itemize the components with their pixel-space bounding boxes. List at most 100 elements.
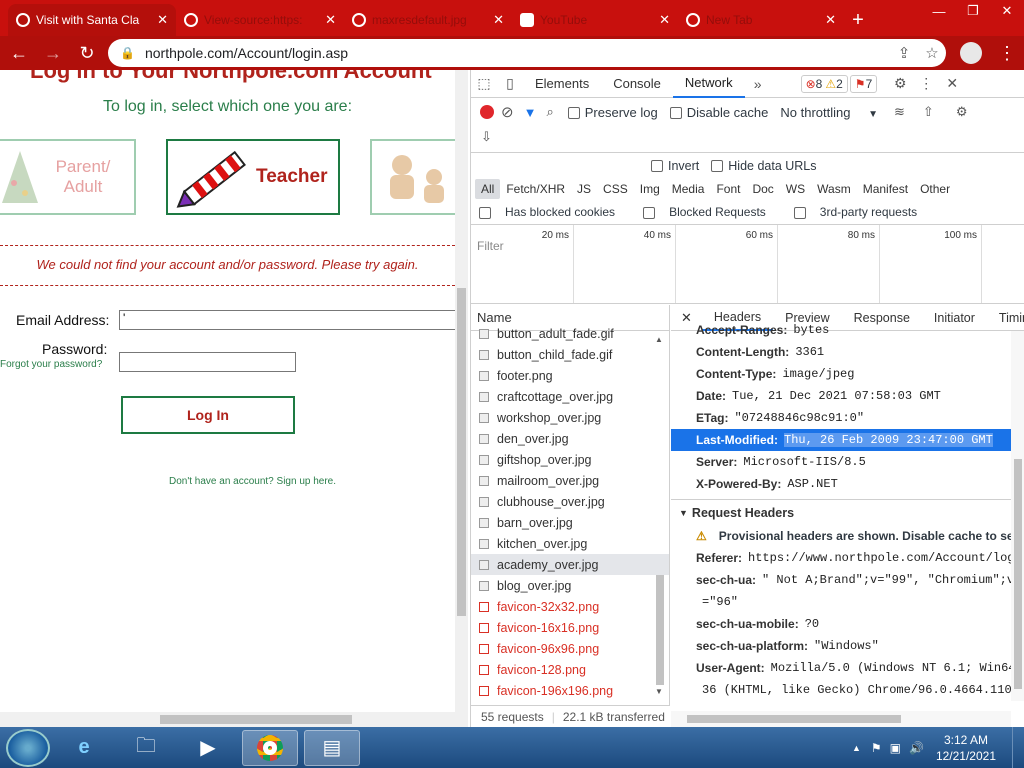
devtools-menu-icon[interactable]: ⋮ — [913, 75, 939, 92]
header-row[interactable]: ETag: "07248846c98c91:0" — [671, 407, 1024, 429]
clear-icon[interactable]: ⊘ — [501, 103, 514, 121]
new-tab-button[interactable]: + — [844, 4, 872, 36]
filter-manifest[interactable]: Manifest — [857, 179, 914, 199]
filter-font[interactable]: Font — [710, 179, 746, 199]
tab-timing[interactable]: Timing — [987, 311, 1024, 325]
action-center-icon[interactable]: ⚑ — [871, 741, 882, 755]
volume-icon[interactable]: 🔊 — [909, 741, 924, 755]
url-bar[interactable]: 🔒 northpole.com/Account/login.asp ⇪ ☆ — [108, 39, 946, 67]
show-hidden-icons[interactable]: ▲ — [852, 743, 861, 753]
checkbox-box[interactable] — [643, 206, 656, 219]
page-vertical-scrollbar[interactable] — [455, 70, 468, 712]
request-row[interactable]: favicon-16x16.png — [471, 617, 669, 638]
header-row[interactable]: X-Powered-By: ASP.NET — [671, 473, 1024, 495]
preserve-log-checkbox[interactable]: Preserve log — [567, 105, 658, 120]
menu-icon[interactable]: ⋮ — [992, 38, 1022, 68]
login-button[interactable]: Log In — [121, 396, 295, 434]
tab-console[interactable]: Console — [601, 70, 673, 98]
filter-funnel-icon[interactable]: ▼ — [524, 105, 537, 120]
request-row[interactable]: workshop_over.jpg — [471, 407, 669, 428]
close-tab-icon[interactable]: ✕ — [325, 12, 336, 28]
header-row[interactable]: Content-Type: image/jpeg — [671, 363, 1024, 385]
filter-js[interactable]: JS — [571, 179, 597, 199]
filter-doc[interactable]: Doc — [746, 179, 779, 199]
record-icon[interactable] — [480, 105, 494, 119]
filter-wasm[interactable]: Wasm — [811, 179, 857, 199]
scroll-thumb[interactable] — [687, 715, 901, 723]
detail-horizontal-scrollbar[interactable] — [671, 711, 1011, 727]
internet-explorer-icon[interactable]: e — [56, 730, 112, 766]
browser-tab-new[interactable]: New Tab ✕ — [678, 4, 844, 36]
share-icon[interactable]: ⇪ — [890, 44, 918, 62]
checkbox-box[interactable] — [793, 206, 806, 219]
browser-tab-youtube[interactable]: YouTube ✕ — [512, 4, 678, 36]
profile-avatar[interactable] — [960, 42, 982, 64]
scroll-thumb[interactable] — [656, 575, 664, 685]
email-field[interactable]: ' — [119, 310, 459, 330]
search-icon[interactable]: ⌕ — [546, 104, 553, 120]
back-icon[interactable]: ← — [4, 38, 34, 68]
filter-other[interactable]: Other — [914, 179, 956, 199]
third-party-checkbox[interactable]: 3rd-party requests — [793, 205, 931, 219]
throttling-select[interactable]: No throttling ▼ — [780, 105, 878, 120]
header-row[interactable]: sec-ch-ua-platform: "Windows" — [671, 635, 1024, 657]
header-row[interactable]: User-Agent: Mozilla/5.0 (Windows NT 6.1; … — [671, 657, 1024, 679]
scroll-thumb[interactable] — [160, 715, 352, 724]
filter-css[interactable]: CSS — [597, 179, 634, 199]
media-player-icon[interactable]: ▶ — [180, 730, 236, 766]
tab-network[interactable]: Network — [672, 70, 745, 98]
hide-data-urls-checkbox[interactable]: Hide data URLs — [711, 159, 817, 173]
forward-icon[interactable]: → — [38, 38, 68, 68]
scroll-thumb[interactable] — [1014, 459, 1022, 689]
bookmark-star-icon[interactable]: ☆ — [918, 44, 946, 62]
filter-fetch-xhr[interactable]: Fetch/XHR — [500, 179, 571, 199]
request-row[interactable]: button_adult_fade.gif — [471, 323, 669, 344]
browser-tab-santa[interactable]: Visit with Santa Cla ✕ — [8, 4, 176, 36]
request-row[interactable]: favicon-128.png — [471, 659, 669, 680]
header-row[interactable]: Content-Length: 3361 — [671, 341, 1024, 363]
issues-count-badge[interactable]: ⚑ 7 — [849, 74, 878, 93]
checkbox-box[interactable] — [479, 206, 491, 219]
request-row[interactable]: barn_over.jpg — [471, 512, 669, 533]
reload-icon[interactable]: ↻ — [72, 38, 102, 68]
checkbox-box[interactable] — [669, 107, 682, 120]
request-row[interactable]: den_over.jpg — [471, 428, 669, 449]
start-button[interactable] — [6, 728, 50, 767]
show-desktop-button[interactable] — [1012, 727, 1024, 768]
tab-elements[interactable]: Elements — [523, 70, 601, 98]
scroll-down-icon[interactable]: ▼ — [655, 687, 663, 696]
scroll-thumb[interactable] — [457, 288, 466, 616]
request-row[interactable]: giftshop_over.jpg — [471, 449, 669, 470]
filter-media[interactable]: Media — [666, 179, 711, 199]
page-horizontal-scrollbar[interactable] — [0, 712, 468, 727]
request-row[interactable]: footer.png — [471, 365, 669, 386]
header-row[interactable]: Referer: https://www.northpole.com/Accoun… — [671, 547, 1024, 569]
upload-icon[interactable]: ⇧ — [923, 104, 934, 120]
url-text[interactable]: northpole.com/Account/login.asp — [145, 45, 890, 61]
detail-vertical-scrollbar[interactable] — [1011, 331, 1024, 701]
close-devtools-icon[interactable]: ✕ — [939, 75, 965, 92]
header-row[interactable]: sec-ch-ua-mobile: ?0 — [671, 613, 1024, 635]
inspect-element-icon[interactable]: ⬚ — [471, 75, 497, 92]
blocked-cookies-checkbox[interactable]: Has blocked cookies — [479, 205, 629, 219]
task-manager-icon[interactable]: ▤ — [304, 729, 360, 766]
request-row[interactable]: button_child_fade.gif — [471, 344, 669, 365]
filter-all[interactable]: All — [475, 179, 501, 199]
request-row[interactable]: kitchen_over.jpg — [471, 533, 669, 554]
clock[interactable]: 3:12 AM 12/21/2021 — [936, 732, 996, 764]
forgot-password-link[interactable]: Forgot your password? — [0, 359, 102, 370]
header-row[interactable]: 36 (KHTML, like Gecko) Chrome/96.0.4664.… — [671, 679, 1024, 701]
request-row[interactable]: clubhouse_over.jpg — [471, 491, 669, 512]
network-timeline[interactable]: 20 ms 40 ms 60 ms 80 ms 100 ms — [471, 224, 1024, 304]
settings-gear-icon[interactable]: ⚙ — [887, 75, 913, 92]
request-row[interactable]: favicon-196x196.png — [471, 680, 669, 701]
header-row[interactable]: Server: Microsoft-IIS/8.5 — [671, 451, 1024, 473]
teacher-card[interactable]: Teacher — [166, 139, 340, 215]
filter-img[interactable]: Img — [634, 179, 666, 199]
filter-ws[interactable]: WS — [780, 179, 811, 199]
request-row[interactable]: blog_over.jpg — [471, 575, 669, 596]
disable-cache-checkbox[interactable]: Disable cache — [669, 105, 768, 120]
blocked-requests-checkbox[interactable]: Blocked Requests — [643, 205, 780, 219]
browser-tab-view-source[interactable]: View-source:https: ✕ — [176, 4, 344, 36]
signup-link[interactable]: Don't have an account? Sign up here. — [0, 476, 468, 487]
